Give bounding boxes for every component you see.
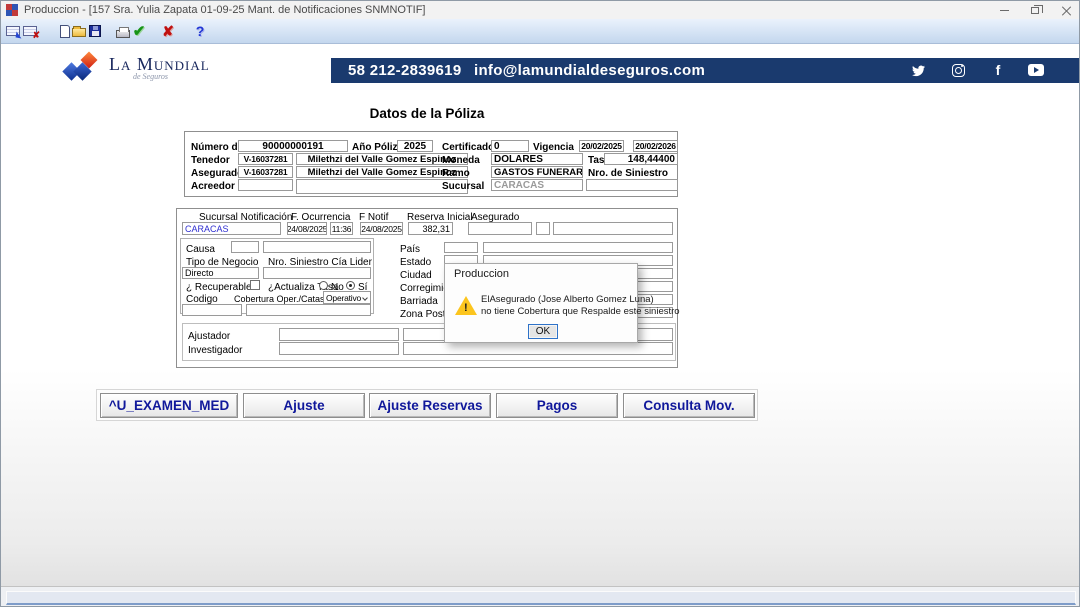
ok-button[interactable]: OK [528,324,558,339]
certificado-field[interactable]: 0 [491,140,529,152]
main-content: La Mundial de Seguros 58 212-2839619 inf… [1,44,1080,586]
ajuste-reservas-button[interactable]: Ajuste Reservas [369,393,491,418]
cobertura-label: Cobertura Oper./Catast. [234,294,330,304]
email-address: info@lamundialdeseguros.com [474,62,705,79]
cobertura-dropdown[interactable]: Operativo [323,291,371,304]
causa-desc-field[interactable] [263,241,371,253]
dialog-message-line2: no tiene Cobertura que Respalde este sin… [481,306,633,317]
actualiza-no-radio[interactable] [319,281,328,290]
keyboard-accept-icon[interactable] [4,22,22,40]
cancel-x-icon[interactable]: ✘ [159,22,177,40]
ramo-field[interactable]: GASTOS FUNERARIO [491,166,583,178]
ajustador-code-field[interactable] [279,328,399,341]
confirm-check-icon[interactable]: ✔ [130,22,148,40]
claim-asegurado-id-field[interactable] [468,222,532,235]
estado-label: Estado [400,257,431,268]
causa-code-field[interactable] [231,241,259,253]
nro-siniestro-field[interactable] [586,179,678,191]
examen-med-button[interactable]: ^U_EXAMEN_MED [100,393,238,418]
actualiza-si-radio[interactable] [346,281,355,290]
ano-poliza-label: Año Póliza [352,142,403,153]
phone-number: 58 212-2839619 [348,62,461,79]
numero-label: Número de [191,142,243,153]
vigencia-label: Vigencia [533,142,574,153]
warning-exclamation: ! [464,302,468,314]
produccion-dialog: Produccion ! ElAsegurado (Jose Alberto G… [444,263,638,343]
acreedor-label: Acreedor [191,181,235,192]
company-logo-icon [63,53,107,87]
ano-poliza-field[interactable]: 2025 [397,140,433,152]
tipo-negocio-field[interactable]: Directo [182,267,259,279]
pagos-button[interactable]: Pagos [496,393,618,418]
minimize-button[interactable] [989,1,1019,19]
contact-bar: 58 212-2839619 info@lamundialdeseguros.c… [331,58,1080,83]
barriada-label: Barriada [400,296,438,307]
instagram-icon[interactable] [948,60,968,80]
youtube-icon[interactable] [1026,60,1046,80]
claim-asegurado-nombre-field[interactable] [553,222,673,235]
investigador-label: Investigador [188,345,242,356]
app-icon [6,4,18,16]
moneda-field[interactable]: DOLARES [491,153,583,165]
consulta-mov-button[interactable]: Consulta Mov. [623,393,755,418]
chevron-down-icon [362,295,368,301]
pais-code-field[interactable] [444,242,478,253]
twitter-icon[interactable] [908,60,928,80]
causa-label: Causa [186,244,215,255]
application-window: Produccion - [157 Sra. Yulia Zapata 01-0… [0,0,1080,607]
moneda-label: Moneda [442,155,480,166]
asegurado-label: Asegurado [191,168,243,179]
f-notif-field[interactable]: 24/08/2025 [360,222,403,235]
window-title: Produccion - [157 Sra. Yulia Zapata 01-0… [24,4,426,16]
keyboard-cancel-icon[interactable]: ✘ [21,22,39,40]
tasa-field[interactable]: 148,44400 [604,153,678,165]
recuperable-checkbox[interactable] [250,280,260,290]
cobertura-desc-field[interactable] [246,304,371,316]
vigencia-desde-field[interactable]: 20/02/2025 [579,140,624,152]
ciudad-label: Ciudad [400,270,432,281]
status-bar-panel [6,591,1076,605]
reserva-inicial-field[interactable]: 382,31 [408,222,453,235]
nro-siniestro-label: Nro. de Siniestro [588,168,668,179]
sucursal-notif-field[interactable]: CARACAS [182,222,281,235]
certificado-label: Certificado [442,142,494,153]
ajustador-label: Ajustador [188,331,230,342]
sucursal-label: Sucursal [442,181,484,192]
facebook-icon[interactable]: f [988,60,1008,80]
tenedor-id-field[interactable]: V-16037281 [238,153,293,165]
help-icon[interactable]: ? [191,22,209,40]
restore-button[interactable] [1020,1,1050,19]
dialog-title-bar[interactable]: Produccion [445,264,637,284]
pais-name-field[interactable] [483,242,673,253]
pais-label: País [400,244,420,255]
vigencia-hasta-field[interactable]: 20/02/2026 [633,140,678,152]
tenedor-label: Tenedor [191,155,230,166]
hora-ocurrencia-field[interactable]: 11:36 [330,222,353,235]
title-bar: Produccion - [157 Sra. Yulia Zapata 01-0… [1,1,1080,19]
dialog-message-line1: ElAsegurado (Jose Alberto Gomez Luna) [481,294,633,305]
ramo-label: Ramo [442,168,470,179]
investigador-code-field[interactable] [279,342,399,355]
recuperable-label: ¿ Recuperable ? [186,282,260,293]
acreedor-id-field[interactable] [238,179,293,191]
numero-poliza-field[interactable]: 90000000191 [238,140,348,152]
sucursal-field: CARACAS [491,179,583,191]
codigo-field[interactable] [182,304,242,316]
ajuste-button[interactable]: Ajuste [243,393,365,418]
page-title: Datos de la Póliza [176,106,678,121]
brand-tagline: de Seguros [133,72,168,81]
close-button[interactable] [1051,1,1080,19]
f-ocurrencia-field[interactable]: 24/08/2025 [287,222,327,235]
save-icon[interactable] [86,22,104,40]
investigador-name-field[interactable] [403,342,673,355]
nro-cia-lider-field[interactable] [263,267,371,279]
asegurado-id-field[interactable]: V-16037281 [238,166,293,178]
claim-asegurado-dv-field[interactable] [536,222,550,235]
